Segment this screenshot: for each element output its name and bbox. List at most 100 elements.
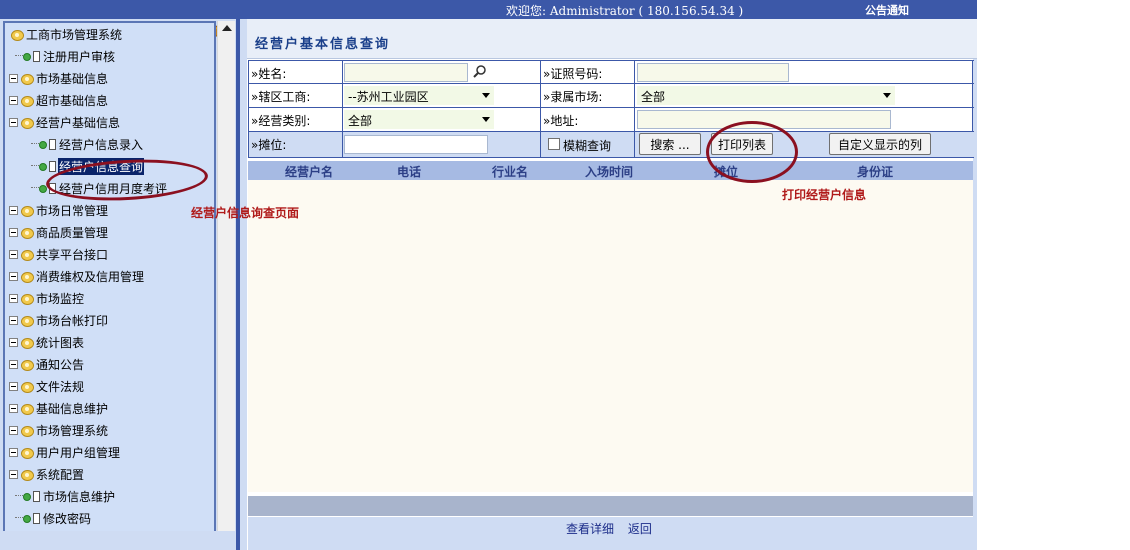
search-form: »姓名: »证照号码: »辖区工商: --苏州工业园区 »隶属市场: 全部 »经… <box>248 60 974 158</box>
collapse-icon[interactable] <box>9 447 18 457</box>
column-header-merchant[interactable]: 经营户名 <box>285 163 333 180</box>
view-detail-link[interactable]: 查看详细 <box>566 522 614 536</box>
tree-item-user-groups[interactable]: 用户用户组管理 <box>9 443 121 461</box>
license-label: »证照号码: <box>541 61 635 84</box>
collapse-icon[interactable] <box>9 73 18 83</box>
tree-item-merchant-basic[interactable]: 经营户基础信息 <box>9 113 121 131</box>
collapse-icon[interactable] <box>9 271 18 281</box>
collapse-icon[interactable] <box>9 315 18 325</box>
collapse-icon[interactable] <box>9 249 18 259</box>
tree-item-monitor[interactable]: 市场监控 <box>9 289 85 307</box>
gear-folder-icon <box>19 269 35 283</box>
collapse-icon[interactable] <box>9 337 18 347</box>
gear-folder-icon <box>19 93 35 107</box>
tree-item-consumer-rights[interactable]: 消费维权及信用管理 <box>9 267 145 285</box>
tree-scrollbar[interactable] <box>217 21 235 531</box>
top-bar: 欢迎您: Administrator ( 180.156.54.34 ) 公告通… <box>0 0 977 19</box>
tree-item-market-system[interactable]: 市场管理系统 <box>9 421 109 439</box>
tree-item-label: 商品质量管理 <box>36 225 109 240</box>
app-window: 欢迎您: Administrator ( 180.156.54.34 ) 公告通… <box>0 0 1130 550</box>
notice-link[interactable]: 公告通知 <box>865 2 909 18</box>
leaf-node-icon <box>15 489 33 503</box>
tree-item-register-review[interactable]: 注册用户审核 <box>15 47 116 65</box>
annotation-query-page: 经营户信息询查页面 <box>191 206 300 220</box>
tree-item-label: 基础信息维护 <box>36 401 109 416</box>
tree-item-label: 超市基础信息 <box>36 93 109 108</box>
document-icon <box>33 50 40 62</box>
tree-item-basic-maintenance[interactable]: 基础信息维护 <box>9 399 109 417</box>
tree-item-merchant-entry[interactable]: 经营户信息录入 <box>31 135 144 153</box>
fuzzy-cell: 模糊查询 <box>541 132 635 157</box>
collapse-icon[interactable] <box>9 293 18 303</box>
gear-folder-icon <box>19 313 35 327</box>
grid-body <box>248 180 973 492</box>
tree-item-label: 经营户信息录入 <box>59 137 144 152</box>
stall-input[interactable] <box>344 135 488 154</box>
tree-item-supermarket-basic[interactable]: 超市基础信息 <box>9 91 109 109</box>
column-header-phone[interactable]: 电话 <box>397 163 421 180</box>
search-icon[interactable] <box>473 64 487 81</box>
collapse-icon[interactable] <box>9 227 18 237</box>
gear-folder-icon <box>19 401 35 415</box>
gear-folder-icon <box>19 247 35 261</box>
fuzzy-label: 模糊查询 <box>563 139 612 153</box>
dropdown-arrow-icon <box>482 117 490 122</box>
name-input[interactable] <box>344 63 468 82</box>
tree-item-label: 市场信息维护 <box>43 489 116 504</box>
tree-item-label: 系统配置 <box>36 467 85 482</box>
tree-root-label: 工商市场管理系统 <box>26 27 123 42</box>
tree-item-ledger-print[interactable]: 市场台帐打印 <box>9 311 109 329</box>
tree-root[interactable]: 工商市场管理系统 <box>9 25 123 43</box>
tree-item-label: 市场监控 <box>36 291 85 306</box>
tree-item-shared-api[interactable]: 共享平台接口 <box>9 245 109 263</box>
market-select[interactable]: 全部 <box>637 86 895 105</box>
collapse-icon[interactable] <box>9 425 18 435</box>
tree-item-label: 经营户基础信息 <box>36 115 121 130</box>
category-label: »经营类别: <box>249 108 343 131</box>
district-select[interactable]: --苏州工业园区 <box>344 86 494 105</box>
scroll-up-icon[interactable] <box>222 25 232 31</box>
column-header-id-card[interactable]: 身份证 <box>857 163 893 180</box>
column-header-industry[interactable]: 行业名 <box>492 163 528 180</box>
collapse-icon[interactable] <box>9 95 18 105</box>
tree-item-market-daily[interactable]: 市场日常管理 <box>9 201 109 219</box>
back-link[interactable]: 返回 <box>628 522 652 536</box>
leaf-node-icon <box>31 159 49 173</box>
collapse-icon[interactable] <box>9 381 18 391</box>
tree-item-label: 用户用户组管理 <box>36 445 121 460</box>
tree-item-notices[interactable]: 通知公告 <box>9 355 85 373</box>
fuzzy-checkbox[interactable] <box>548 138 560 150</box>
gear-folder-icon <box>19 71 35 85</box>
collapse-icon[interactable] <box>9 403 18 413</box>
main-separator <box>240 19 247 550</box>
tree-item-market-basic[interactable]: 市场基础信息 <box>9 69 109 87</box>
search-button[interactable]: 搜索 ... <box>639 133 701 155</box>
grid-header: 经营户名 电话 行业名 入场时间 摊位 身份证 <box>248 161 973 180</box>
custom-columns-button[interactable]: 自定义显示的列 <box>829 133 931 155</box>
tree-item-label: 注册用户审核 <box>43 49 116 64</box>
tree-item-quality[interactable]: 商品质量管理 <box>9 223 109 241</box>
tree-item-label: 市场管理系统 <box>36 423 109 438</box>
license-input[interactable] <box>637 63 789 82</box>
tree-item-change-password[interactable]: 修改密码 <box>15 509 92 527</box>
document-icon <box>33 512 40 524</box>
dropdown-arrow-icon <box>482 93 490 98</box>
column-header-entry-time[interactable]: 入场时间 <box>585 163 633 180</box>
market-label: »隶属市场: <box>541 84 635 107</box>
collapse-icon[interactable] <box>9 359 18 369</box>
welcome-text: 欢迎您: Administrator ( 180.156.54.34 ) <box>506 4 744 18</box>
collapse-icon[interactable] <box>9 205 18 215</box>
tree-item-charts[interactable]: 统计图表 <box>9 333 85 351</box>
name-label: »姓名: <box>249 61 343 84</box>
collapse-icon[interactable] <box>9 117 18 127</box>
page-header: 经营户基本信息查询 <box>247 19 977 59</box>
collapse-icon[interactable] <box>9 469 18 479</box>
grid-pager <box>248 496 973 516</box>
tree-item-system-config[interactable]: 系统配置 <box>9 465 85 483</box>
stall-label: »摊位: <box>249 132 343 157</box>
name-cell <box>343 61 541 84</box>
tree-item-market-info[interactable]: 市场信息维护 <box>15 487 116 505</box>
tree-item-label: 市场日常管理 <box>36 203 109 218</box>
category-select[interactable]: 全部 <box>344 110 494 129</box>
tree-item-regulations[interactable]: 文件法规 <box>9 377 85 395</box>
